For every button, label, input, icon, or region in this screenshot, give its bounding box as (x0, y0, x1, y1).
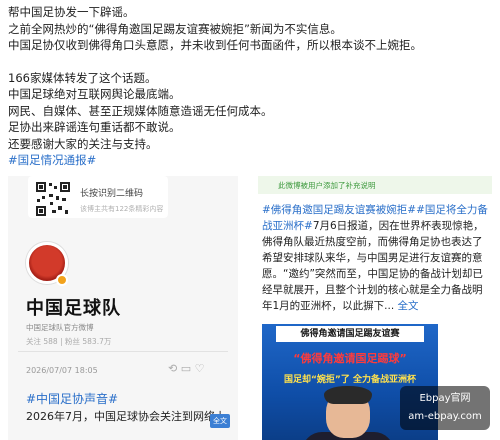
expand-full-text-link[interactable]: 全文 (398, 300, 419, 312)
post-line: 还要感谢大家的关注与支持。 (8, 136, 158, 151)
watermark-line: Ebpay官网 (419, 393, 471, 404)
post-line: 帮中国足协发一下辟谣。 (8, 5, 135, 19)
post-text: 帮中国足协发一下辟谣。 之前全网热炒的“佛得角邀国足踢友谊赛被婉拒”新闻为不实信… (8, 4, 492, 169)
expand-full-text-button[interactable]: 全文 (210, 414, 230, 428)
presenter-hair (324, 386, 372, 404)
supplement-note-label: 此微博被用户添加了补充说明 (278, 181, 376, 190)
watermark: Ebpay官网 am-ebpay.com (400, 386, 490, 430)
qr-subtitle: 该博主共有122条精彩内容 (80, 205, 164, 213)
qr-banner[interactable]: 长按识别二维码 该博主共有122条精彩内容 (28, 176, 168, 218)
profile-name[interactable]: 中国足球队 (26, 294, 121, 320)
video-subtitle: 国足却“婉拒”了 全力备战亚洲杯 (284, 375, 416, 385)
post-line: 166家媒体转发了这个话题。 (8, 70, 157, 85)
qr-code-icon (34, 180, 72, 218)
post-line: 足协出来辟谣连句重话都不敢说。 (8, 120, 181, 134)
profile-description: 中国足球队官方微博 (26, 323, 94, 332)
profile-stats: 关注 588 | 粉丝 583.7万 (26, 337, 112, 346)
post-date: 2026/07/07 18:05 (26, 366, 98, 375)
post-excerpt: 2026年7月，中国足球协会关注到网络上出现 (26, 410, 226, 423)
post-line: 中国足球绝对互联网舆论最底端。 (8, 87, 181, 101)
divider (18, 351, 228, 352)
post-line: 中国足协仅收到佛得角口头意愿，并未收到任何书面函件，所以根本谈不上婉拒。 (8, 38, 422, 52)
supplement-note-bar[interactable]: 此微博被用户添加了补充说明 (258, 176, 492, 194)
video-banner-title: 佛得角邀请国足踢友谊赛 (276, 326, 424, 342)
post-line: 之前全网热炒的“佛得角邀国足踢友谊赛被婉拒”新闻为不实信息。 (8, 21, 342, 36)
hashtag-link[interactable]: #佛得角邀国足踢友谊赛被婉拒# (262, 204, 416, 216)
video-headline: “佛得角邀请国足踢球” (293, 352, 407, 365)
hashtag-link[interactable]: #国足情况通报# (8, 152, 492, 169)
hashtag-link[interactable]: #中国足协声音# (26, 390, 118, 407)
news-body-text: 7月6日报道，因在世界杯表现惊艳，佛得角队最近热度空前，而佛得角足协也表达了希望… (262, 220, 484, 312)
news-body: #佛得角邀国足踢友谊赛被婉拒##国足将全力备战亚洲杯#7月6日报道，因在世界杯表… (262, 202, 488, 314)
verified-badge-icon (56, 274, 68, 286)
action-icons[interactable]: ⟲ ▭ ♡ (168, 362, 204, 375)
watermark-line: am-ebpay.com (408, 411, 482, 422)
post-line: 网民、自媒体、甚至正规媒体随意造谣无任何成本。 (8, 103, 273, 118)
qr-title: 长按识别二维码 (80, 189, 144, 199)
weibo-profile-screenshot: 长按识别二维码 该博主共有122条精彩内容 中国足球队 中国足球队官方微博 关注… (8, 176, 238, 440)
